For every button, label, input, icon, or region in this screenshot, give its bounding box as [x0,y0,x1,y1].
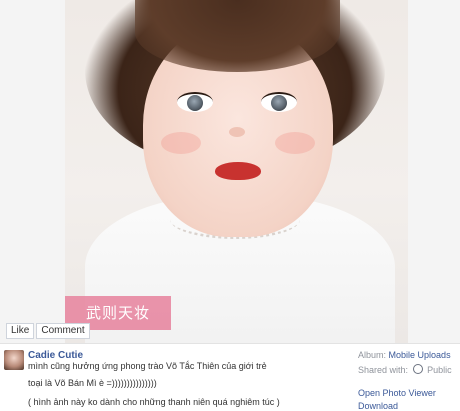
comment-button[interactable]: Comment [36,323,90,339]
avatar[interactable] [4,350,24,370]
download-link[interactable]: Download [358,401,398,411]
post-text-line: toại là Võ Bán Mì è =))))))))))))))) [28,378,157,388]
photo-stage: 武则天妆 Like Comment [0,0,460,343]
post-text-line: ( hình ảnh này ko dành cho những thanh n… [28,397,280,407]
globe-icon [412,364,423,374]
photo-eye-right [261,92,297,112]
photo-blush-left [161,132,201,154]
privacy-value[interactable]: Public [427,365,452,375]
post-photo[interactable]: 武则天妆 [65,0,408,343]
album-info: Album: Mobile Uploads [358,350,451,360]
shared-with-info: Shared with: Public [358,364,452,375]
photo-nose [229,127,245,137]
photo-action-bar: Like Comment [6,323,90,339]
open-photo-viewer-link[interactable]: Open Photo Viewer [358,388,436,398]
album-label: Album: [358,350,387,360]
shared-label: Shared with: [358,365,409,375]
divider [0,343,460,344]
photo-eye-left [177,92,213,112]
photo-blush-right [275,132,315,154]
like-button[interactable]: Like [6,323,35,339]
album-link[interactable]: Mobile Uploads [389,350,451,360]
author-name[interactable]: Cadie Cutie [28,350,83,361]
post-text-line: mình cũng hưởng ứng phong trào Võ Tắc Th… [28,361,267,371]
photo-lips [215,162,261,180]
